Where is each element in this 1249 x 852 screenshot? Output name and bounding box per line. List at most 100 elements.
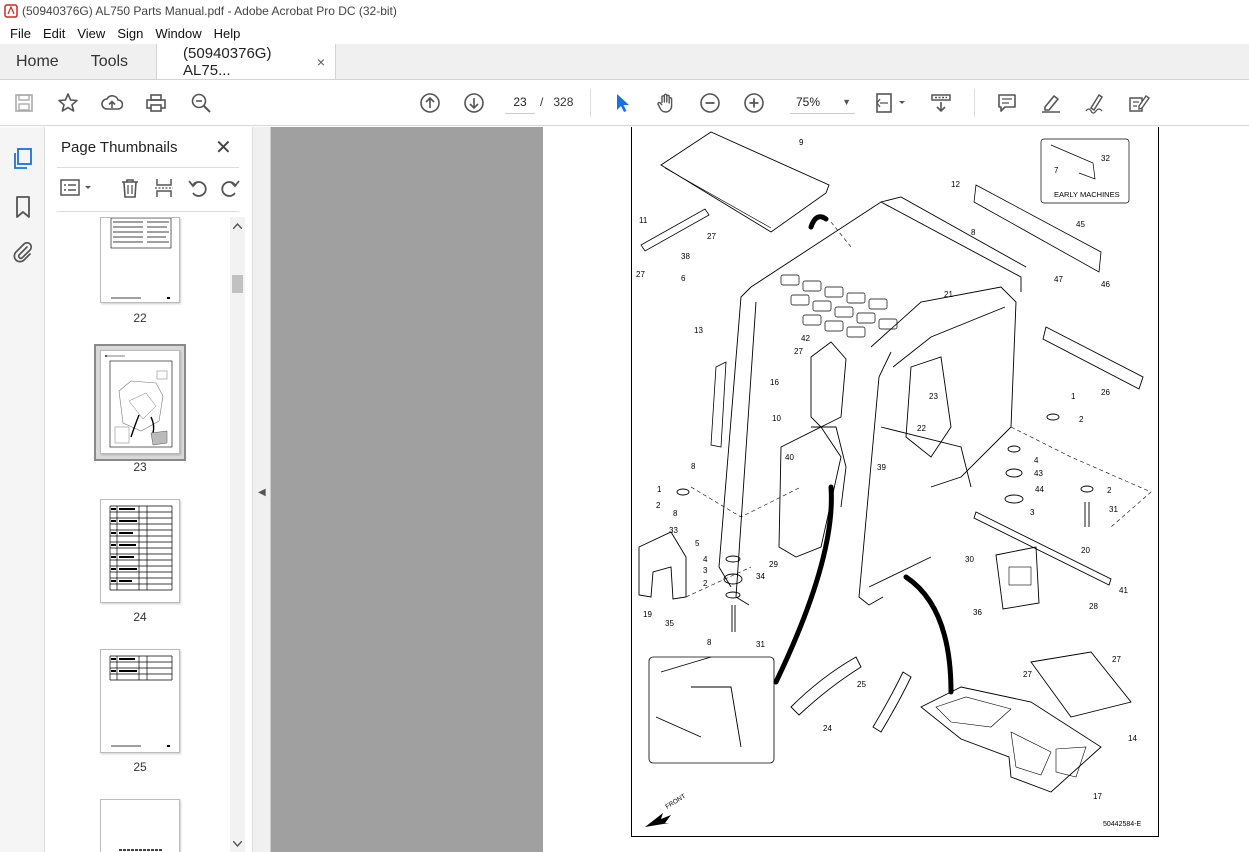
svg-text:4: 4: [1034, 456, 1039, 465]
scrollbar-thumb[interactable]: [232, 275, 243, 293]
rotate-left-icon[interactable]: [187, 177, 211, 201]
attachment-icon[interactable]: [11, 240, 35, 264]
thumbnail-page-26[interactable]: [100, 799, 180, 852]
menu-help[interactable]: Help: [208, 26, 247, 41]
svg-text:30: 30: [965, 555, 974, 564]
svg-text:27: 27: [1023, 670, 1032, 679]
zoom-out-icon[interactable]: [698, 91, 722, 115]
thumbnail-scrollbar[interactable]: [230, 217, 245, 852]
rotate-right-icon[interactable]: [219, 177, 243, 201]
next-page-icon[interactable]: [462, 91, 486, 115]
print-icon[interactable]: [144, 91, 168, 115]
svg-text:38: 38: [681, 252, 690, 261]
svg-text:8: 8: [673, 509, 678, 518]
svg-text:8: 8: [691, 462, 696, 471]
scroll-down-icon[interactable]: [233, 841, 242, 847]
cloud-upload-icon[interactable]: [100, 91, 124, 115]
svg-text:2: 2: [703, 579, 708, 588]
tab-bar: Home Tools (50940376G) AL75... ×: [0, 44, 1249, 80]
drawing-number: 50442584-E: [1103, 821, 1141, 828]
svg-text:27: 27: [707, 232, 716, 241]
tab-document[interactable]: (50940376G) AL75... ×: [156, 44, 337, 79]
zoom-level-select[interactable]: 75% ▼: [790, 90, 855, 114]
tab-document-label: (50940376G) AL75...: [183, 44, 272, 79]
menu-edit[interactable]: Edit: [37, 26, 71, 41]
save-icon[interactable]: [12, 91, 36, 115]
bookmark-icon[interactable]: [11, 195, 35, 219]
thumbnail-options-icon[interactable]: [59, 177, 95, 201]
previous-page-icon[interactable]: [418, 91, 442, 115]
svg-text:1: 1: [1071, 392, 1076, 401]
tab-home[interactable]: Home: [0, 44, 75, 79]
hand-tool-icon[interactable]: [654, 91, 678, 115]
thumbnail-label: 23: [133, 460, 147, 474]
highlight-pen-icon[interactable]: [1039, 91, 1063, 115]
panel-splitter[interactable]: ◀: [253, 127, 271, 852]
main-toolbar: 23 / 328 75% ▼: [0, 80, 1249, 126]
zoom-level-value: 75%: [796, 95, 821, 109]
svg-text:29: 29: [769, 560, 778, 569]
svg-text:3: 3: [1030, 508, 1035, 517]
menu-sign[interactable]: Sign: [111, 26, 149, 41]
front-label: FRONT: [664, 793, 687, 811]
delete-icon[interactable]: [119, 177, 143, 201]
svg-text:47: 47: [1054, 275, 1063, 284]
svg-text:14: 14: [1128, 734, 1137, 743]
fill-sign-icon[interactable]: [1127, 91, 1151, 115]
svg-text:16: 16: [770, 378, 779, 387]
scroll-up-icon[interactable]: [233, 223, 242, 229]
svg-text:42: 42: [801, 334, 810, 343]
divider: [57, 211, 239, 212]
page-thumbnails-icon[interactable]: [11, 147, 35, 171]
fit-page-icon[interactable]: [874, 91, 908, 115]
svg-text:31: 31: [756, 640, 765, 649]
toolbar-divider: [974, 89, 975, 117]
thumbnail-page-22[interactable]: [100, 217, 180, 303]
svg-text:33: 33: [669, 526, 678, 535]
select-cursor-icon[interactable]: [610, 91, 634, 115]
svg-text:41: 41: [1119, 586, 1128, 595]
document-viewer[interactable]: 9 32 7 12 11 27 38 27 6 8 45 47 46 13 42 27 21 16 10…: [271, 127, 1249, 852]
menu-file[interactable]: File: [4, 26, 37, 41]
page-number-input[interactable]: 23: [505, 90, 535, 114]
panel-title: Page Thumbnails: [61, 139, 178, 156]
draw-signature-icon[interactable]: [1083, 91, 1107, 115]
menu-window[interactable]: Window: [149, 26, 207, 41]
scroll-mode-icon[interactable]: [929, 91, 953, 115]
svg-text:22: 22: [917, 424, 926, 433]
page-thumbnails-panel: Page Thumbnails ✕ 22 23 24 25: [45, 127, 253, 852]
acrobat-icon: [4, 4, 18, 18]
svg-text:11: 11: [639, 216, 648, 225]
tab-tools[interactable]: Tools: [75, 44, 144, 79]
svg-text:19: 19: [643, 610, 652, 619]
svg-text:6: 6: [681, 274, 686, 283]
toolbar-divider: [590, 89, 591, 117]
extract-pages-icon[interactable]: [153, 177, 177, 201]
svg-text:32: 32: [1101, 154, 1110, 163]
svg-text:36: 36: [973, 608, 982, 617]
left-rail: [0, 127, 45, 852]
svg-text:7: 7: [1054, 166, 1059, 175]
svg-text:3: 3: [703, 566, 708, 575]
thumbnail-page-24[interactable]: [100, 499, 180, 603]
menu-view[interactable]: View: [71, 26, 111, 41]
svg-text:2: 2: [656, 501, 661, 510]
comment-icon[interactable]: [995, 91, 1019, 115]
svg-text:2: 2: [1079, 415, 1084, 424]
svg-text:34: 34: [756, 572, 765, 581]
svg-text:8: 8: [971, 228, 976, 237]
zoom-in-icon[interactable]: [742, 91, 766, 115]
star-icon[interactable]: [56, 91, 80, 115]
tab-close-icon[interactable]: ×: [317, 54, 325, 70]
thumbnail-page-25[interactable]: [100, 649, 180, 753]
menu-bar: File Edit View Sign Window Help: [0, 22, 1249, 44]
zoom-search-icon[interactable]: [189, 91, 213, 115]
pdf-page: 9 32 7 12 11 27 38 27 6 8 45 47 46 13 42 27 21 16 10…: [543, 127, 1249, 852]
panel-close-icon[interactable]: ✕: [215, 135, 232, 160]
svg-text:21: 21: [944, 290, 953, 299]
collapse-panel-icon[interactable]: ◀: [258, 487, 266, 498]
thumbnail-page-23[interactable]: [100, 350, 180, 454]
svg-text:44: 44: [1035, 485, 1044, 494]
svg-text:40: 40: [785, 453, 794, 462]
svg-text:39: 39: [877, 463, 886, 472]
